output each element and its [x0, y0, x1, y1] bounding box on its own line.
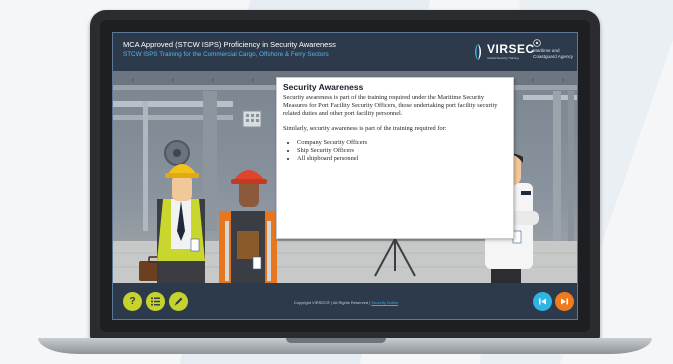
skip-forward-icon: [561, 298, 568, 305]
next-button[interactable]: [555, 292, 574, 311]
character-manager: [157, 164, 205, 283]
slide-scene: Security Awareness Security awareness is…: [113, 71, 577, 283]
course-title: MCA Approved (STCW ISPS) Proficiency in …: [123, 40, 336, 49]
slide-heading: Security Awareness: [283, 82, 364, 92]
course-subtitle: STCW ISPS Training for the Commercial Ca…: [123, 51, 329, 58]
virsec-mark-icon: [475, 44, 481, 60]
course-header: MCA Approved (STCW ISPS) Proficiency in …: [113, 33, 577, 71]
bullet-item: Ship Security Officers: [297, 147, 507, 155]
course-footer: ? Copyright VIRSEC® | All Rights Reserve…: [113, 283, 577, 319]
copyright-text: Copyright VIRSEC® | All Rights Reserved …: [113, 300, 577, 305]
security-notice-link[interactable]: Security Notice: [371, 300, 398, 305]
laptop-bezel: MCA Approved (STCW ISPS) Proficiency in …: [100, 20, 590, 332]
bullet-item: All shipboard personnel: [297, 155, 507, 163]
slide-whiteboard: Security Awareness Security awareness is…: [276, 77, 514, 239]
slide-paragraph: Similarly, security awareness is part of…: [283, 124, 447, 132]
character-worker: [219, 170, 277, 283]
virsec-name: VIRSEC: [487, 42, 535, 56]
virsec-tagline: Global Security Training: [487, 56, 519, 60]
skip-back-icon: [539, 298, 546, 305]
mca-name-line2: Coastguard Agency: [533, 54, 574, 59]
slide-content: Security Awareness Security awareness is…: [283, 82, 507, 163]
bullet-item: Company Security Officers: [297, 139, 507, 147]
previous-button[interactable]: [533, 292, 552, 311]
slide-paragraph: Security awareness is part of the traini…: [283, 94, 498, 118]
laptop-lid: MCA Approved (STCW ISPS) Proficiency in …: [90, 10, 600, 340]
mca-name: Maritime and Coastguard Agency: [533, 48, 573, 60]
course-player: MCA Approved (STCW ISPS) Proficiency in …: [112, 32, 578, 320]
crest-icon: [533, 39, 541, 47]
laptop-hinge-notch: [286, 338, 386, 343]
slide-bullet-list: Company Security Officers Ship Security …: [283, 139, 507, 164]
mca-logo: Maritime and Coastguard Agency: [533, 39, 577, 65]
copyright-label: Copyright VIRSEC® | All Rights Reserved …: [293, 300, 371, 305]
virsec-logo: VIRSEC Global Security Training: [471, 42, 535, 64]
